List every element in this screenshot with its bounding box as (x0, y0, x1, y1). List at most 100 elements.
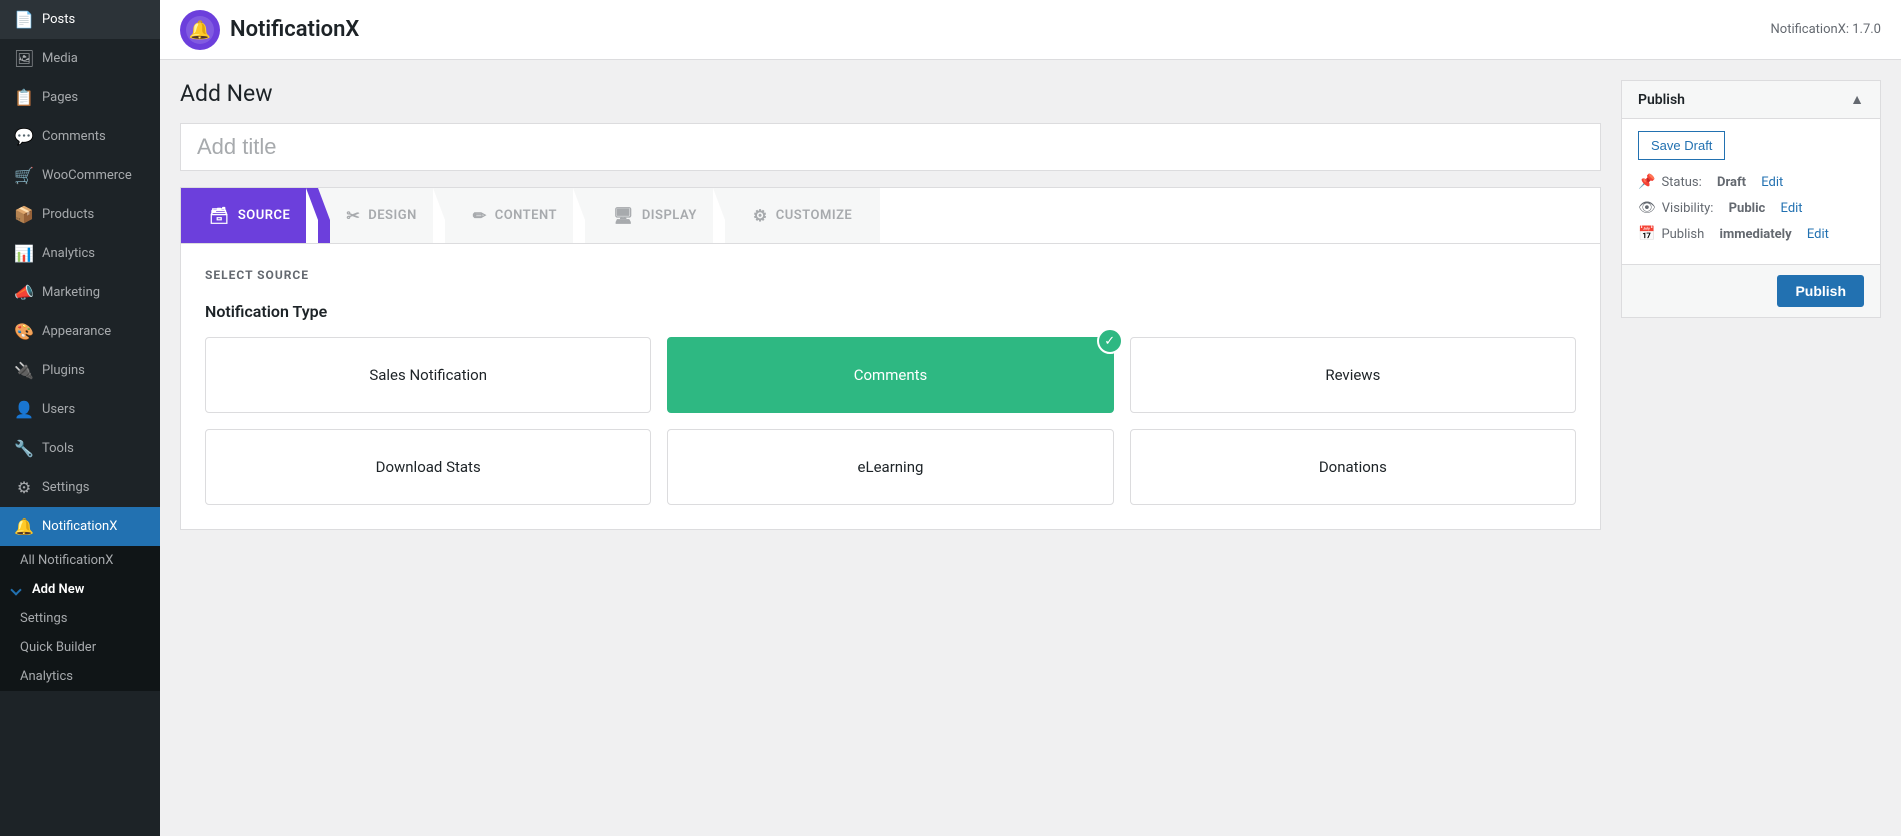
notif-card-label-donations: Donations (1319, 458, 1387, 476)
publish-edit-link[interactable]: Edit (1807, 227, 1829, 242)
wizard-tab-customize[interactable]: ⚙ CUSTOMIZE (725, 188, 880, 243)
tab-label-display: DISPLAY (642, 208, 697, 223)
sidebar-subitem-settings[interactable]: Settings (0, 604, 160, 633)
notif-card-sales-notification[interactable]: Sales Notification (205, 337, 651, 413)
sidebar-icon-settings: ⚙ (14, 478, 34, 497)
tab-label-customize: CUSTOMIZE (776, 208, 853, 223)
visibility-edit-link[interactable]: Edit (1781, 201, 1803, 216)
notif-card-label-elearning: eLearning (858, 458, 924, 476)
wizard-tab-source[interactable]: 🗃 SOURCE (181, 188, 318, 243)
header-version: NotificationX: 1.7.0 (1771, 22, 1882, 37)
content-area: Add New 🗃 SOURCE ✂ DESIGN ✏ CONTENT 🖥 DI… (160, 60, 1901, 836)
sidebar-label-settings: Settings (42, 480, 89, 495)
wizard-tabs: 🗃 SOURCE ✂ DESIGN ✏ CONTENT 🖥 DISPLAY ⚙ … (180, 187, 1601, 243)
sidebar-subitem-all-notificationx[interactable]: All NotificationX (0, 546, 160, 575)
notif-card-download-stats[interactable]: Download Stats (205, 429, 651, 505)
visibility-meta: 👁 Visibility: Public Edit (1638, 200, 1864, 216)
sidebar-subitem-analytics[interactable]: Analytics (0, 662, 160, 691)
content-panel: SELECT SOURCE Notification Type Sales No… (180, 243, 1601, 530)
tab-icon-customize: ⚙ (753, 206, 768, 225)
publish-when: immediately (1720, 227, 1792, 242)
sidebar-icon-plugins: 🔌 (14, 361, 34, 380)
sidebar-label-tools: Tools (42, 441, 74, 456)
notif-card-reviews[interactable]: Reviews (1130, 337, 1576, 413)
title-input[interactable] (180, 123, 1601, 171)
sidebar-icon-analytics: 📊 (14, 244, 34, 263)
notif-card-label-reviews: Reviews (1325, 366, 1380, 384)
notif-card-label-download-stats: Download Stats (376, 458, 481, 476)
sidebar-item-plugins[interactable]: 🔌 Plugins (0, 351, 160, 390)
sidebar-item-marketing[interactable]: 📣 Marketing (0, 273, 160, 312)
sidebar-label-analytics: Analytics (42, 246, 95, 261)
sidebar-item-settings[interactable]: ⚙ Settings (0, 468, 160, 507)
sidebar-item-tools[interactable]: 🔧 Tools (0, 429, 160, 468)
sidebar-item-appearance[interactable]: 🎨 Appearance (0, 312, 160, 351)
publish-box-header: Publish ▲ (1622, 81, 1880, 119)
sidebar-item-media[interactable]: 🖼 Media (0, 39, 160, 78)
tab-icon-display: 🖥 (613, 206, 634, 225)
tab-label-content: CONTENT (495, 208, 557, 223)
sidebar-item-woocommerce[interactable]: 🛒 WooCommerce (0, 156, 160, 195)
sidebar-icon-pages: 📋 (14, 88, 34, 107)
sidebar-item-posts[interactable]: 📄 Posts (0, 0, 160, 39)
arrow-icon (10, 584, 21, 595)
wizard-tab-display[interactable]: 🖥 DISPLAY (585, 188, 725, 243)
notif-card-label-sales-notification: Sales Notification (369, 366, 487, 384)
sidebar-icon-woocommerce: 🛒 (14, 166, 34, 185)
sidebar-label-comments: Comments (42, 129, 106, 144)
sidebar-item-notificationx[interactable]: 🔔 NotificationX (0, 507, 160, 546)
main-area: 🔔 NotificationX NotificationX: 1.7.0 Add… (160, 0, 1901, 836)
status-edit-link[interactable]: Edit (1761, 175, 1783, 190)
sidebar-item-products[interactable]: 📦 Products (0, 195, 160, 234)
sidebar-item-pages[interactable]: 📋 Pages (0, 78, 160, 117)
sidebar-icon-tools: 🔧 (14, 439, 34, 458)
save-draft-button[interactable]: Save Draft (1638, 131, 1725, 160)
notification-type-label: Notification Type (205, 302, 1576, 321)
sidebar-item-analytics[interactable]: 📊 Analytics (0, 234, 160, 273)
calendar-icon: 📅 (1638, 226, 1655, 242)
notif-card-comments[interactable]: Comments✓ (667, 337, 1113, 413)
sidebar-label-plugins: Plugins (42, 363, 85, 378)
visibility-icon: 👁 (1638, 200, 1656, 216)
notif-card-donations[interactable]: Donations (1130, 429, 1576, 505)
publish-box-body: Save Draft 📌 Status: Draft Edit 👁 Visibi… (1622, 119, 1880, 264)
sidebar-item-comments[interactable]: 💬 Comments (0, 117, 160, 156)
sidebar-icon-products: 📦 (14, 205, 34, 224)
publish-box-footer: Publish (1622, 264, 1880, 317)
notification-type-grid: Sales Notification Comments✓ Reviews Downlo… (205, 337, 1576, 505)
sidebar-label-woocommerce: WooCommerce (42, 168, 132, 183)
header: 🔔 NotificationX NotificationX: 1.7.0 (160, 0, 1901, 60)
tab-icon-design: ✂ (346, 206, 360, 225)
notif-card-elearning[interactable]: eLearning (667, 429, 1113, 505)
sidebar-label-notificationx: NotificationX (42, 519, 117, 534)
notif-card-label-comments: Comments (854, 366, 928, 384)
header-title: NotificationX (230, 17, 359, 42)
sidebar-label-appearance: Appearance (42, 324, 111, 339)
side-panel: Publish ▲ Save Draft 📌 Status: Draft Edi… (1621, 80, 1881, 816)
status-icon: 📌 (1638, 174, 1655, 190)
page-title: Add New (180, 80, 1601, 107)
sidebar-label-posts: Posts (42, 12, 75, 27)
sidebar-icon-users: 👤 (14, 400, 34, 419)
svg-text:🔔: 🔔 (189, 20, 211, 41)
sidebar-subitem-add-new[interactable]: Add New (0, 575, 160, 604)
sidebar-icon-appearance: 🎨 (14, 322, 34, 341)
tab-icon-source: 🗃 (209, 206, 230, 225)
tab-label-source: SOURCE (238, 208, 291, 223)
sidebar-item-users[interactable]: 👤 Users (0, 390, 160, 429)
sidebar-submenu-notificationx: All NotificationXAdd NewSettingsQuick Bu… (0, 546, 160, 691)
wizard-tab-design[interactable]: ✂ DESIGN (318, 188, 444, 243)
brand: 🔔 NotificationX (180, 10, 359, 50)
sidebar-label-marketing: Marketing (42, 285, 100, 300)
sidebar-subitem-quick-builder[interactable]: Quick Builder (0, 633, 160, 662)
sidebar-label-pages: Pages (42, 90, 78, 105)
collapse-icon[interactable]: ▲ (1850, 91, 1864, 108)
publish-button[interactable]: Publish (1777, 275, 1864, 307)
tab-label-design: DESIGN (368, 208, 417, 223)
visibility-label: Visibility: (1662, 201, 1714, 216)
sidebar-icon-media: 🖼 (14, 49, 34, 68)
main-panel: Add New 🗃 SOURCE ✂ DESIGN ✏ CONTENT 🖥 DI… (180, 80, 1601, 816)
sidebar-label-users: Users (42, 402, 75, 417)
status-label: Status: (1661, 175, 1701, 190)
wizard-tab-content[interactable]: ✏ CONTENT (445, 188, 585, 243)
